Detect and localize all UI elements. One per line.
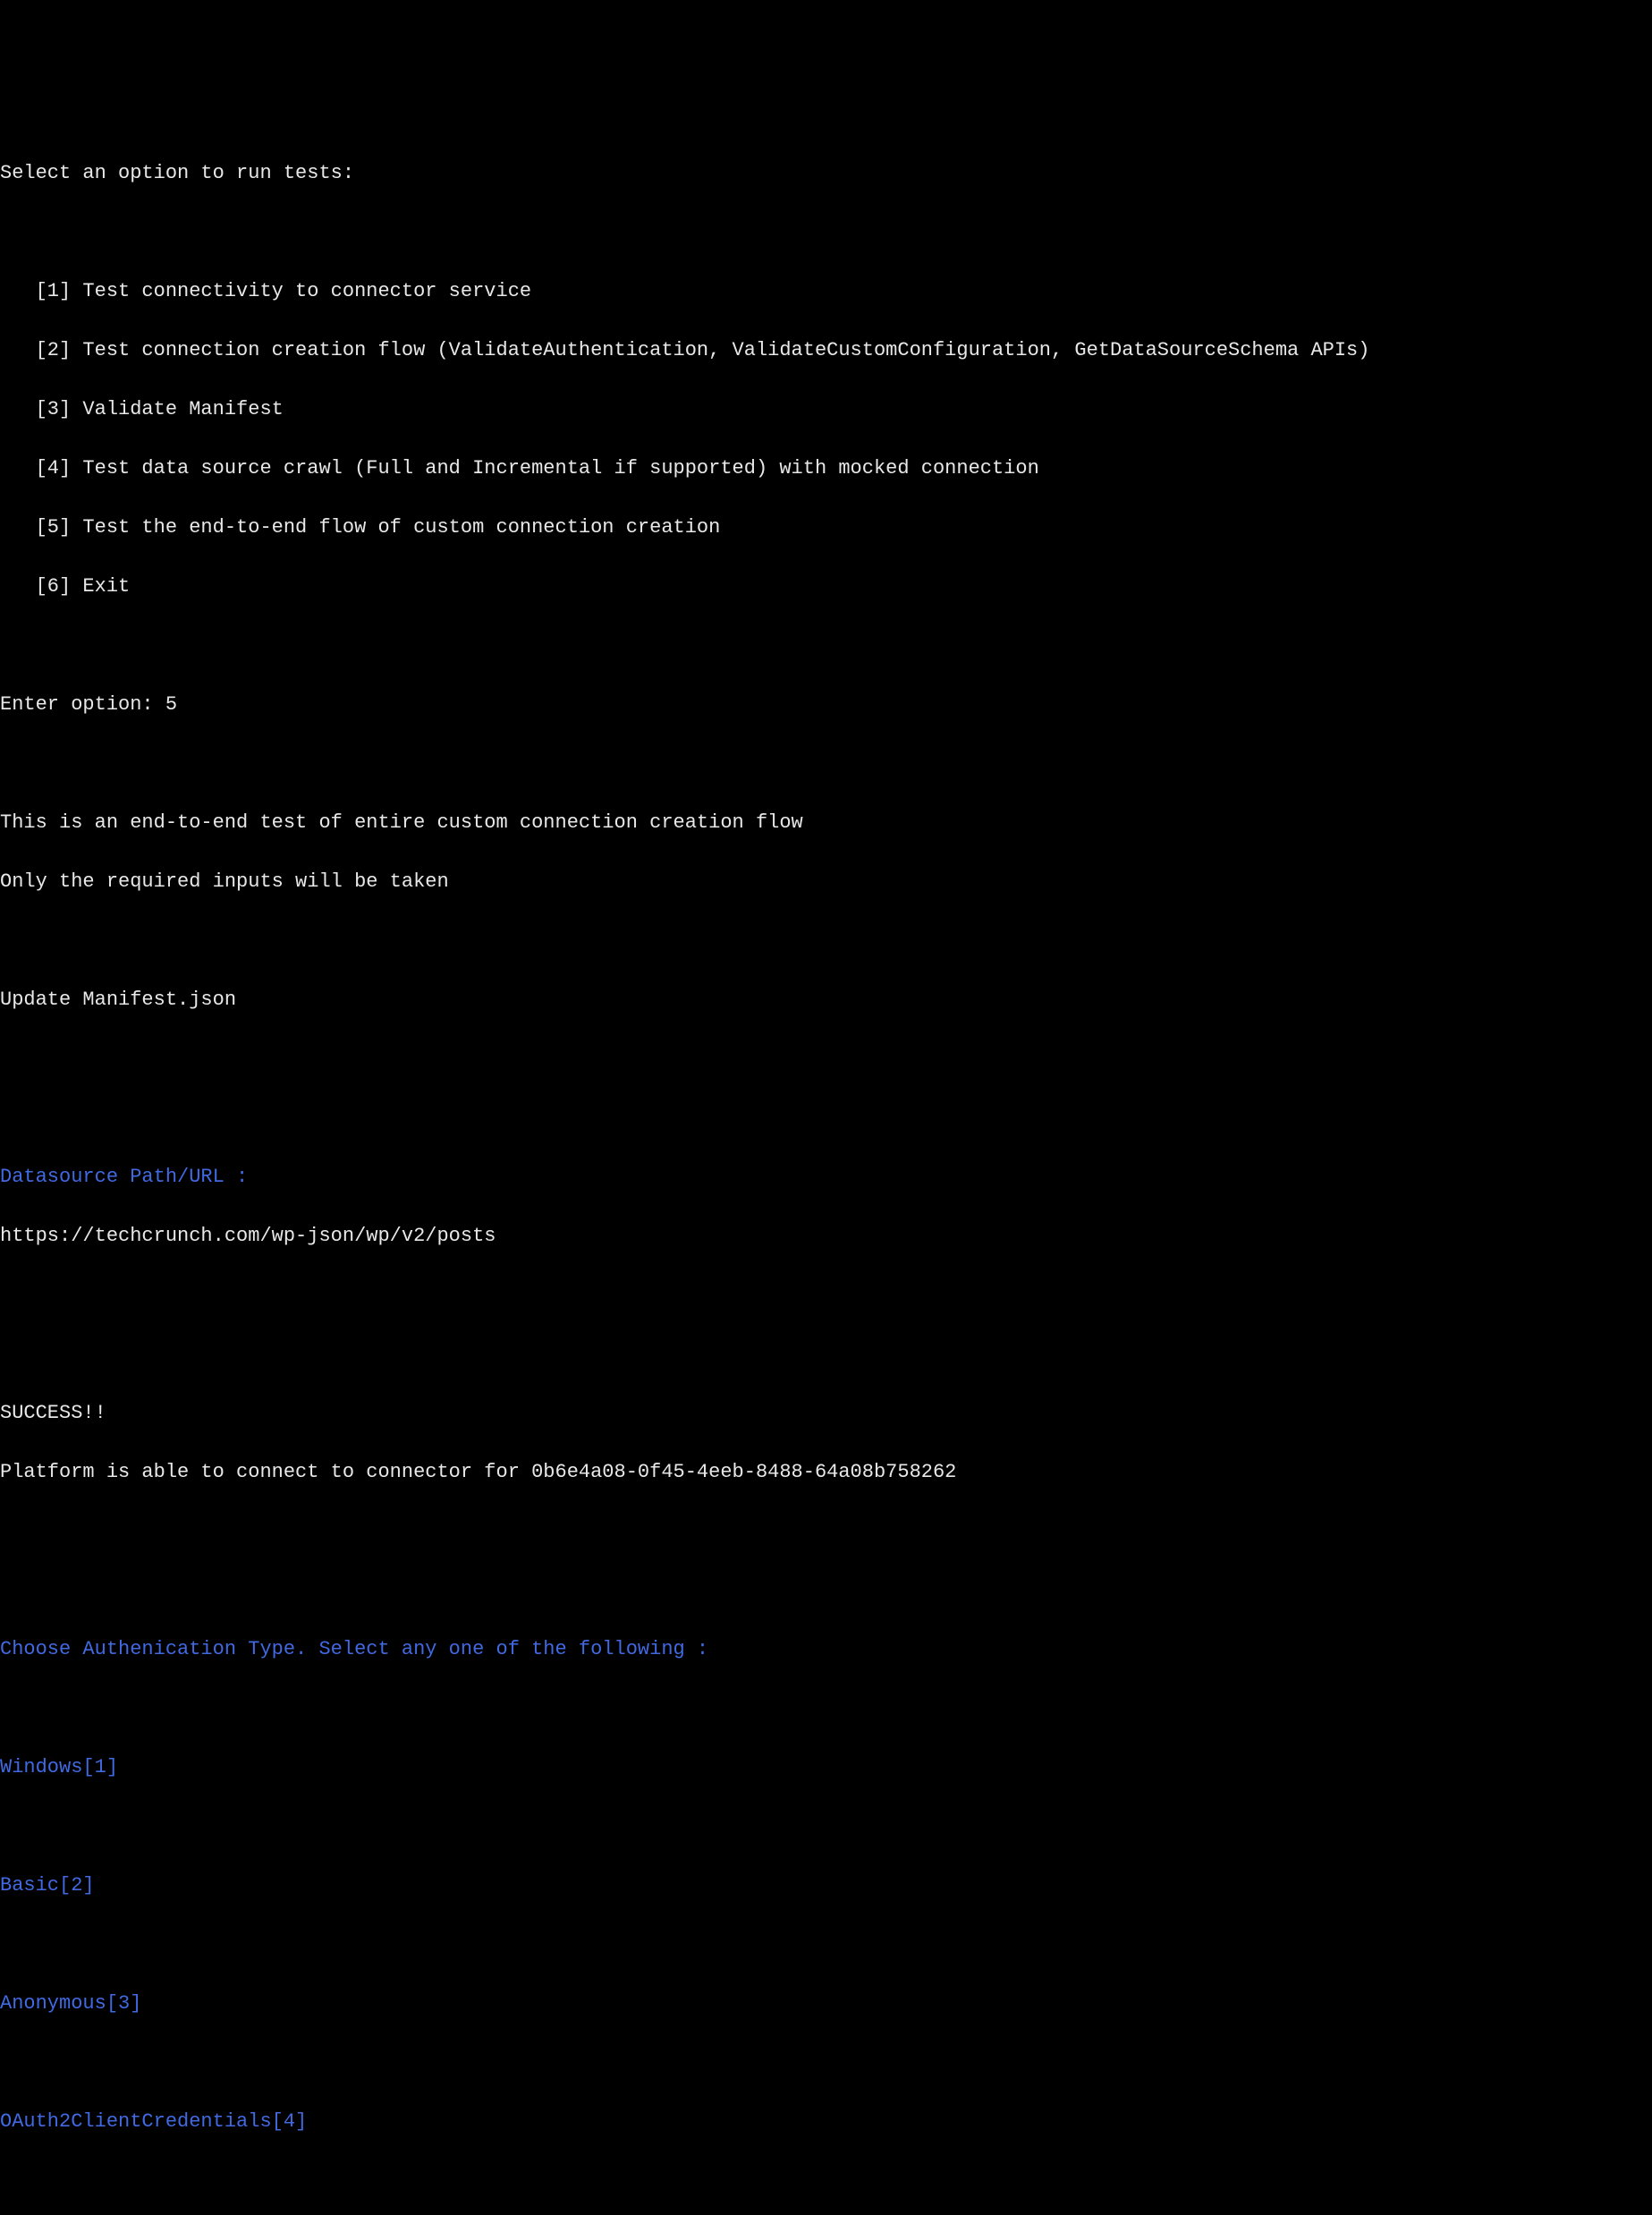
blank-line: [0, 1575, 1652, 1605]
description-line-2: Only the required inputs will be taken: [0, 867, 1652, 896]
menu-option-1: [1] Test connectivity to connector servi…: [0, 276, 1652, 306]
blank-line: [0, 1930, 1652, 1959]
blank-line: [0, 1693, 1652, 1723]
blank-line: [0, 1280, 1652, 1310]
auth-option-basic: Basic[2]: [0, 1871, 1652, 1900]
enter-option-label: Enter option:: [0, 693, 165, 716]
success-message: Platform is able to connect to connector…: [0, 1457, 1652, 1487]
enter-option-line: Enter option: 5: [0, 690, 1652, 719]
auth-option-anonymous: Anonymous[3]: [0, 1989, 1652, 2018]
datasource-value: https://techcrunch.com/wp-json/wp/v2/pos…: [0, 1221, 1652, 1251]
menu-header: Select an option to run tests:: [0, 158, 1652, 188]
blank-line: [0, 1812, 1652, 1841]
blank-line: [0, 926, 1652, 955]
enter-option-value: 5: [165, 693, 177, 716]
auth-option-oauth: OAuth2ClientCredentials[4]: [0, 2107, 1652, 2136]
menu-option-4: [4] Test data source crawl (Full and Inc…: [0, 454, 1652, 483]
blank-line: [0, 1339, 1652, 1369]
menu-option-2: [2] Test connection creation flow (Valid…: [0, 335, 1652, 365]
blank-line: [0, 217, 1652, 247]
blank-line: [0, 1516, 1652, 1546]
auth-header: Choose Authenication Type. Select any on…: [0, 1634, 1652, 1664]
blank-line: [0, 631, 1652, 660]
blank-line: [0, 2048, 1652, 2077]
menu-option-5: [5] Test the end-to-end flow of custom c…: [0, 513, 1652, 542]
description-line-1: This is an end-to-end test of entire cus…: [0, 808, 1652, 837]
blank-line: [0, 2166, 1652, 2195]
auth-option-windows: Windows[1]: [0, 1752, 1652, 1782]
datasource-prompt: Datasource Path/URL :: [0, 1162, 1652, 1192]
success-label: SUCCESS!!: [0, 1398, 1652, 1428]
menu-option-6: [6] Exit: [0, 572, 1652, 601]
blank-line: [0, 749, 1652, 778]
blank-line: [0, 1044, 1652, 1074]
terminal-output[interactable]: Select an option to run tests: [1] Test …: [0, 118, 1652, 2215]
menu-option-3: [3] Validate Manifest: [0, 395, 1652, 424]
update-manifest-line: Update Manifest.json: [0, 985, 1652, 1014]
